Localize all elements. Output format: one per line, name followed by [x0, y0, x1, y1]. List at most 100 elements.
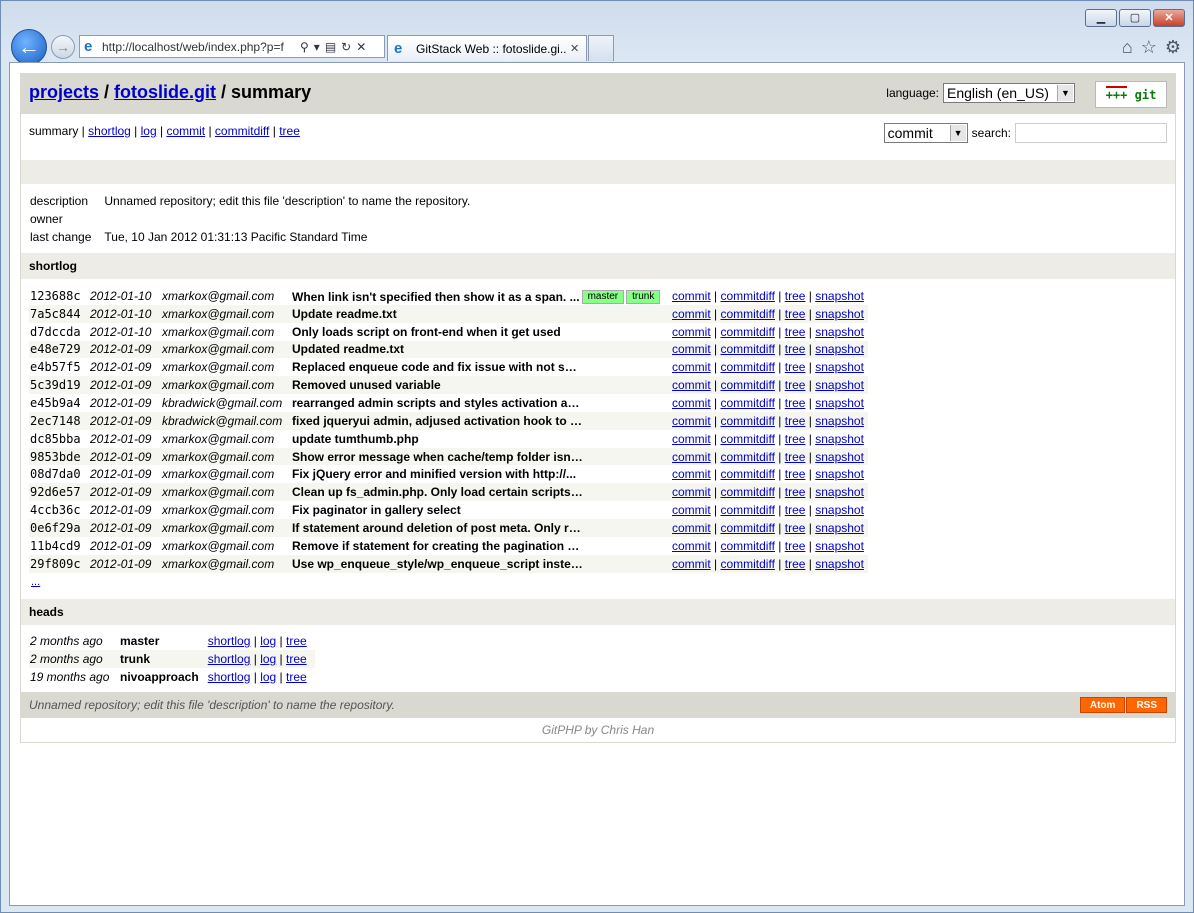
head-log-link[interactable]: log	[260, 634, 276, 648]
commit-commit-link[interactable]: commit	[672, 396, 711, 410]
commit-snapshot-link[interactable]: snapshot	[815, 360, 864, 374]
nav-log-link[interactable]: log	[141, 124, 157, 138]
commit-commit-link[interactable]: commit	[672, 503, 711, 517]
commit-message-cell[interactable]: Updated readme.txt	[291, 341, 671, 359]
branch-tag-badge[interactable]: master	[581, 289, 625, 304]
commit-snapshot-link[interactable]: snapshot	[815, 432, 864, 446]
address-text[interactable]: http://localhost/web/index.php?p=f	[102, 40, 298, 54]
commit-tree-link[interactable]: tree	[785, 503, 806, 517]
commit-commit-link[interactable]: commit	[672, 521, 711, 535]
commit-tree-link[interactable]: tree	[785, 557, 806, 571]
commit-commit-link[interactable]: commit	[672, 307, 711, 321]
branch-tag-badge[interactable]: trunk	[626, 289, 661, 304]
commit-message[interactable]: Fix jQuery error and minified version wi…	[292, 467, 576, 481]
commit-message[interactable]: Replaced enqueue code and fix issue with…	[292, 360, 584, 374]
commit-tree-link[interactable]: tree	[785, 360, 806, 374]
minimize-icon[interactable]: ▁	[1085, 9, 1117, 27]
commit-commit-link[interactable]: commit	[672, 378, 711, 392]
commit-snapshot-link[interactable]: snapshot	[815, 450, 864, 464]
close-icon[interactable]: ✕	[1153, 9, 1185, 27]
commit-tree-link[interactable]: tree	[785, 307, 806, 321]
commit-commitdiff-link[interactable]: commitdiff	[720, 521, 774, 535]
commit-message-cell[interactable]: Use wp_enqueue_style/wp_enqueue_script i…	[291, 555, 671, 573]
heads-heading[interactable]: heads	[21, 598, 1175, 625]
head-log-link[interactable]: log	[260, 670, 276, 684]
stop-icon[interactable]: ✕	[356, 40, 366, 54]
head-name[interactable]: master	[119, 633, 207, 651]
commit-message-cell[interactable]: update tumthumb.php	[291, 430, 671, 448]
dropdown-icon[interactable]: ▾	[314, 40, 320, 54]
commit-commitdiff-link[interactable]: commitdiff	[720, 289, 774, 303]
back-icon[interactable]: ←	[11, 29, 47, 65]
head-name[interactable]: trunk	[119, 650, 207, 668]
heads-heading-link[interactable]: heads	[29, 605, 64, 619]
commit-message[interactable]: rearranged admin scripts and styles acti…	[292, 396, 584, 410]
commit-commit-link[interactable]: commit	[672, 467, 711, 481]
search-type-select[interactable]: commit ▼	[883, 123, 968, 143]
commit-message[interactable]: Use wp_enqueue_style/wp_enqueue_script i…	[292, 557, 584, 571]
commit-snapshot-link[interactable]: snapshot	[815, 307, 864, 321]
commit-message[interactable]: Clean up fs_admin.php. Only load certain…	[292, 485, 584, 499]
commit-message-cell[interactable]: Remove if statement for creating the pag…	[291, 537, 671, 555]
commit-tree-link[interactable]: tree	[785, 467, 806, 481]
commit-commitdiff-link[interactable]: commitdiff	[720, 378, 774, 392]
commit-snapshot-link[interactable]: snapshot	[815, 414, 864, 428]
commit-tree-link[interactable]: tree	[785, 378, 806, 392]
commit-commitdiff-link[interactable]: commitdiff	[720, 539, 774, 553]
commit-message-cell[interactable]: If statement around deletion of post met…	[291, 519, 671, 537]
shortlog-more-link[interactable]: ...	[31, 576, 40, 588]
head-name[interactable]: nivoapproach	[119, 668, 207, 686]
head-tree-link[interactable]: tree	[286, 652, 307, 666]
commit-message[interactable]: update tumthumb.php	[292, 432, 419, 446]
commit-snapshot-link[interactable]: snapshot	[815, 503, 864, 517]
commit-message[interactable]: Only loads script on front-end when it g…	[292, 325, 561, 339]
commit-message-cell[interactable]: Fix jQuery error and minified version wi…	[291, 465, 671, 483]
head-tree-link[interactable]: tree	[286, 670, 307, 684]
commit-message-cell[interactable]: When link isn't specified then show it a…	[291, 287, 671, 305]
commit-commit-link[interactable]: commit	[672, 539, 711, 553]
commit-message[interactable]: Show error message when cache/temp folde…	[292, 450, 584, 464]
new-tab-button[interactable]	[588, 35, 614, 61]
address-bar[interactable]: e http://localhost/web/index.php?p=f ⚲ ▾…	[79, 35, 385, 58]
rss-feed-button[interactable]: RSS	[1126, 697, 1167, 714]
head-shortlog-link[interactable]: shortlog	[208, 652, 251, 666]
crumb-repo-link[interactable]: fotoslide.git	[114, 82, 216, 102]
commit-tree-link[interactable]: tree	[785, 342, 806, 356]
commit-tree-link[interactable]: tree	[785, 450, 806, 464]
head-log-link[interactable]: log	[260, 652, 276, 666]
commit-tree-link[interactable]: tree	[785, 432, 806, 446]
commit-commitdiff-link[interactable]: commitdiff	[720, 557, 774, 571]
commit-snapshot-link[interactable]: snapshot	[815, 539, 864, 553]
commit-message[interactable]: If statement around deletion of post met…	[292, 521, 584, 535]
search-icon[interactable]: ⚲	[300, 40, 309, 54]
nav-shortlog-link[interactable]: shortlog	[88, 124, 131, 138]
commit-message[interactable]: Updated readme.txt	[292, 342, 404, 356]
compat-view-icon[interactable]: ▤	[325, 40, 336, 54]
search-input[interactable]	[1015, 123, 1167, 143]
crumb-projects-link[interactable]: projects	[29, 82, 99, 102]
maximize-icon[interactable]: ▢	[1119, 9, 1151, 27]
commit-commit-link[interactable]: commit	[672, 432, 711, 446]
home-icon[interactable]: ⌂	[1122, 37, 1133, 58]
commit-tree-link[interactable]: tree	[785, 289, 806, 303]
commit-tree-link[interactable]: tree	[785, 521, 806, 535]
commit-snapshot-link[interactable]: snapshot	[815, 485, 864, 499]
commit-commitdiff-link[interactable]: commitdiff	[720, 396, 774, 410]
commit-commitdiff-link[interactable]: commitdiff	[720, 360, 774, 374]
forward-icon[interactable]: →	[51, 35, 75, 59]
atom-feed-button[interactable]: Atom	[1079, 697, 1126, 714]
commit-message-cell[interactable]: Update readme.txt	[291, 305, 671, 323]
tab-close-icon[interactable]: ✕	[570, 36, 579, 61]
commit-snapshot-link[interactable]: snapshot	[815, 342, 864, 356]
language-select[interactable]: English (en_US) ▼	[943, 83, 1075, 103]
commit-snapshot-link[interactable]: snapshot	[815, 521, 864, 535]
commit-commitdiff-link[interactable]: commitdiff	[720, 485, 774, 499]
shortlog-heading-link[interactable]: shortlog	[29, 259, 77, 273]
commit-tree-link[interactable]: tree	[785, 325, 806, 339]
commit-snapshot-link[interactable]: snapshot	[815, 557, 864, 571]
commit-message-cell[interactable]: fixed jqueryui admin, adjused activation…	[291, 412, 671, 430]
star-icon[interactable]: ☆	[1141, 37, 1157, 58]
commit-tree-link[interactable]: tree	[785, 414, 806, 428]
commit-message-cell[interactable]: Only loads script on front-end when it g…	[291, 323, 671, 341]
commit-message[interactable]: Remove if statement for creating the pag…	[292, 539, 584, 553]
